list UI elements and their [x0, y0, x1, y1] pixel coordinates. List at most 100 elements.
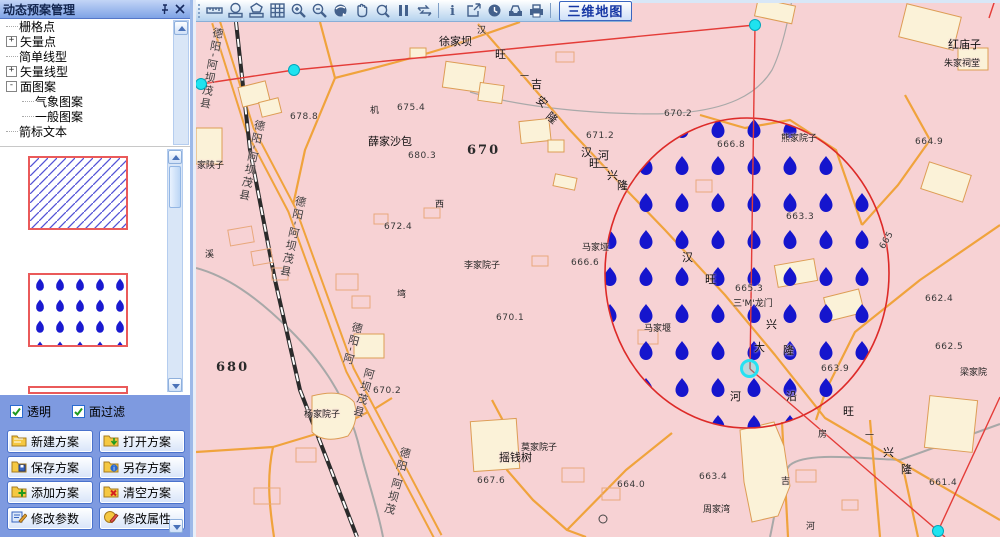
tree-item-5[interactable]: 气象图案	[0, 94, 190, 109]
pattern-swatch-hatch[interactable]	[28, 156, 128, 230]
button-label: 修改属性	[123, 510, 171, 527]
tree-scrollbar[interactable]	[173, 20, 189, 145]
pattern-swatch-partial[interactable]	[28, 386, 128, 394]
grid-icon[interactable]	[267, 1, 288, 21]
folder-new-button[interactable]: 新建方案	[7, 430, 93, 453]
map-label: 兴	[766, 316, 777, 332]
map-label: 661.4	[929, 478, 957, 488]
tree-item-1[interactable]: +矢量点	[0, 34, 190, 49]
button-label: 新建方案	[31, 433, 79, 450]
measure-circle-icon[interactable]	[225, 1, 246, 21]
plan-area-circle[interactable]	[605, 118, 889, 428]
tree-item-4[interactable]: -面图案	[0, 79, 190, 94]
map-3d-button[interactable]: 三维地图	[559, 1, 632, 21]
pattern-scroll-down[interactable]	[168, 378, 182, 392]
globe-icon[interactable]	[330, 1, 351, 21]
map-label: 675.4	[397, 103, 425, 113]
tree-item-7[interactable]: 箭标文本	[0, 124, 190, 139]
pan-hand-icon[interactable]	[351, 1, 372, 21]
map-label: 摇钱树	[499, 449, 532, 465]
expand-icon[interactable]: +	[6, 36, 17, 47]
edit-params-button[interactable]: 修改参数	[7, 507, 93, 530]
map-label: 杨家院子	[304, 407, 340, 420]
pattern-scroll-thumb[interactable]	[169, 166, 181, 208]
window-top-strip	[632, 0, 1000, 3]
map-toolbar: i 三维地图	[196, 0, 632, 22]
tree-item-2[interactable]: 简单线型	[0, 49, 190, 64]
panel-scroll-down[interactable]	[169, 519, 183, 533]
folder-add-button[interactable]: 添加方案	[7, 481, 93, 504]
map-label: 李家院子	[464, 258, 500, 271]
map-label: 西	[435, 197, 444, 210]
print-icon[interactable]	[526, 1, 547, 21]
map-label: 马家堰	[644, 321, 671, 334]
vertex-handle[interactable]	[288, 64, 300, 76]
pattern-swatch-drops[interactable]	[28, 273, 128, 347]
tree-connector	[22, 101, 34, 102]
close-icon[interactable]	[172, 2, 187, 17]
map-label: 家陕子	[197, 158, 224, 171]
checkbox-icon[interactable]	[72, 405, 85, 418]
tree-scroll-up[interactable]	[174, 21, 188, 35]
zoom-previous-icon[interactable]	[372, 1, 393, 21]
measure-distance-icon[interactable]	[204, 1, 225, 21]
checkbox-icon[interactable]	[10, 405, 23, 418]
selected-vertex-handle[interactable]	[740, 359, 759, 378]
pin-icon[interactable]	[157, 2, 172, 17]
zoom-in-icon[interactable]	[288, 1, 309, 21]
map-label: 672.4	[384, 222, 412, 232]
toolbar-grip[interactable]	[197, 3, 202, 19]
expand-icon[interactable]: +	[6, 66, 17, 77]
option-label: 透明	[27, 403, 51, 420]
pattern-scrollbar[interactable]	[167, 149, 183, 392]
folder-clear-button[interactable]: 清空方案	[99, 481, 185, 504]
pause-icon[interactable]	[393, 1, 414, 21]
map-canvas[interactable]: 675.4机678.8680.3672.4670.2671.2670.1666.…	[196, 0, 1000, 537]
map-label: 熊家院子	[781, 131, 817, 144]
panel-title: 动态预案管理	[3, 1, 157, 18]
map-label: 朱家祠堂	[944, 56, 980, 69]
swap-icon[interactable]	[414, 1, 435, 21]
map-label: 666.8	[717, 140, 745, 150]
map-label: 吉	[781, 474, 790, 487]
tree-item-0[interactable]: 栅格点	[0, 19, 190, 34]
pattern-scroll-up[interactable]	[168, 150, 182, 164]
folder-save-button[interactable]: 保存方案	[7, 456, 93, 479]
measure-polygon-icon[interactable]	[246, 1, 267, 21]
culvert-symbol	[599, 515, 607, 523]
inbox-icon[interactable]	[505, 1, 526, 21]
map-label: 662.5	[935, 342, 963, 352]
collapse-icon[interactable]: -	[6, 81, 17, 92]
vertex-handle[interactable]	[749, 19, 761, 31]
option-face-filter[interactable]: 面过滤	[72, 403, 125, 420]
button-label: 添加方案	[31, 484, 79, 501]
tree-connector	[6, 26, 18, 27]
folder-open-button[interactable]: 打开方案	[99, 430, 185, 453]
map-label: 662.4	[925, 294, 953, 304]
map-label: 663.4	[699, 472, 727, 482]
tree-item-6[interactable]: 一般图案	[0, 109, 190, 124]
map-label: 663.9	[821, 364, 849, 374]
folder-add-icon	[11, 483, 27, 502]
export-icon[interactable]	[463, 1, 484, 21]
map-label: 旺	[705, 271, 716, 287]
folder-saveas-button[interactable]: i另存方案	[99, 456, 185, 479]
button-label: 修改参数	[31, 510, 79, 527]
map-label: 一	[865, 428, 874, 441]
map-label: 薛家沙包	[368, 133, 412, 149]
panel-titlebar: 动态预案管理	[0, 0, 190, 19]
zoom-out-icon[interactable]	[309, 1, 330, 21]
option-transparent[interactable]: 透明	[10, 403, 51, 420]
map-label: 671.2	[586, 131, 614, 141]
map-label: 机	[370, 103, 379, 116]
clock-icon[interactable]	[484, 1, 505, 21]
map-label: 一	[520, 69, 529, 82]
tree-item-3[interactable]: +矢量线型	[0, 64, 190, 79]
vertex-handle[interactable]	[932, 525, 944, 537]
map-label: 隆	[783, 342, 794, 358]
info-icon[interactable]: i	[442, 1, 463, 21]
plan-manager-panel: 动态预案管理 栅格点+矢量点简单线型+矢量线型-面图案气象图案一般图案箭标文本 …	[0, 0, 193, 537]
map-label: 670.1	[496, 313, 524, 323]
map-label: 665.3	[735, 284, 763, 294]
map-label: 670.2	[373, 386, 401, 396]
